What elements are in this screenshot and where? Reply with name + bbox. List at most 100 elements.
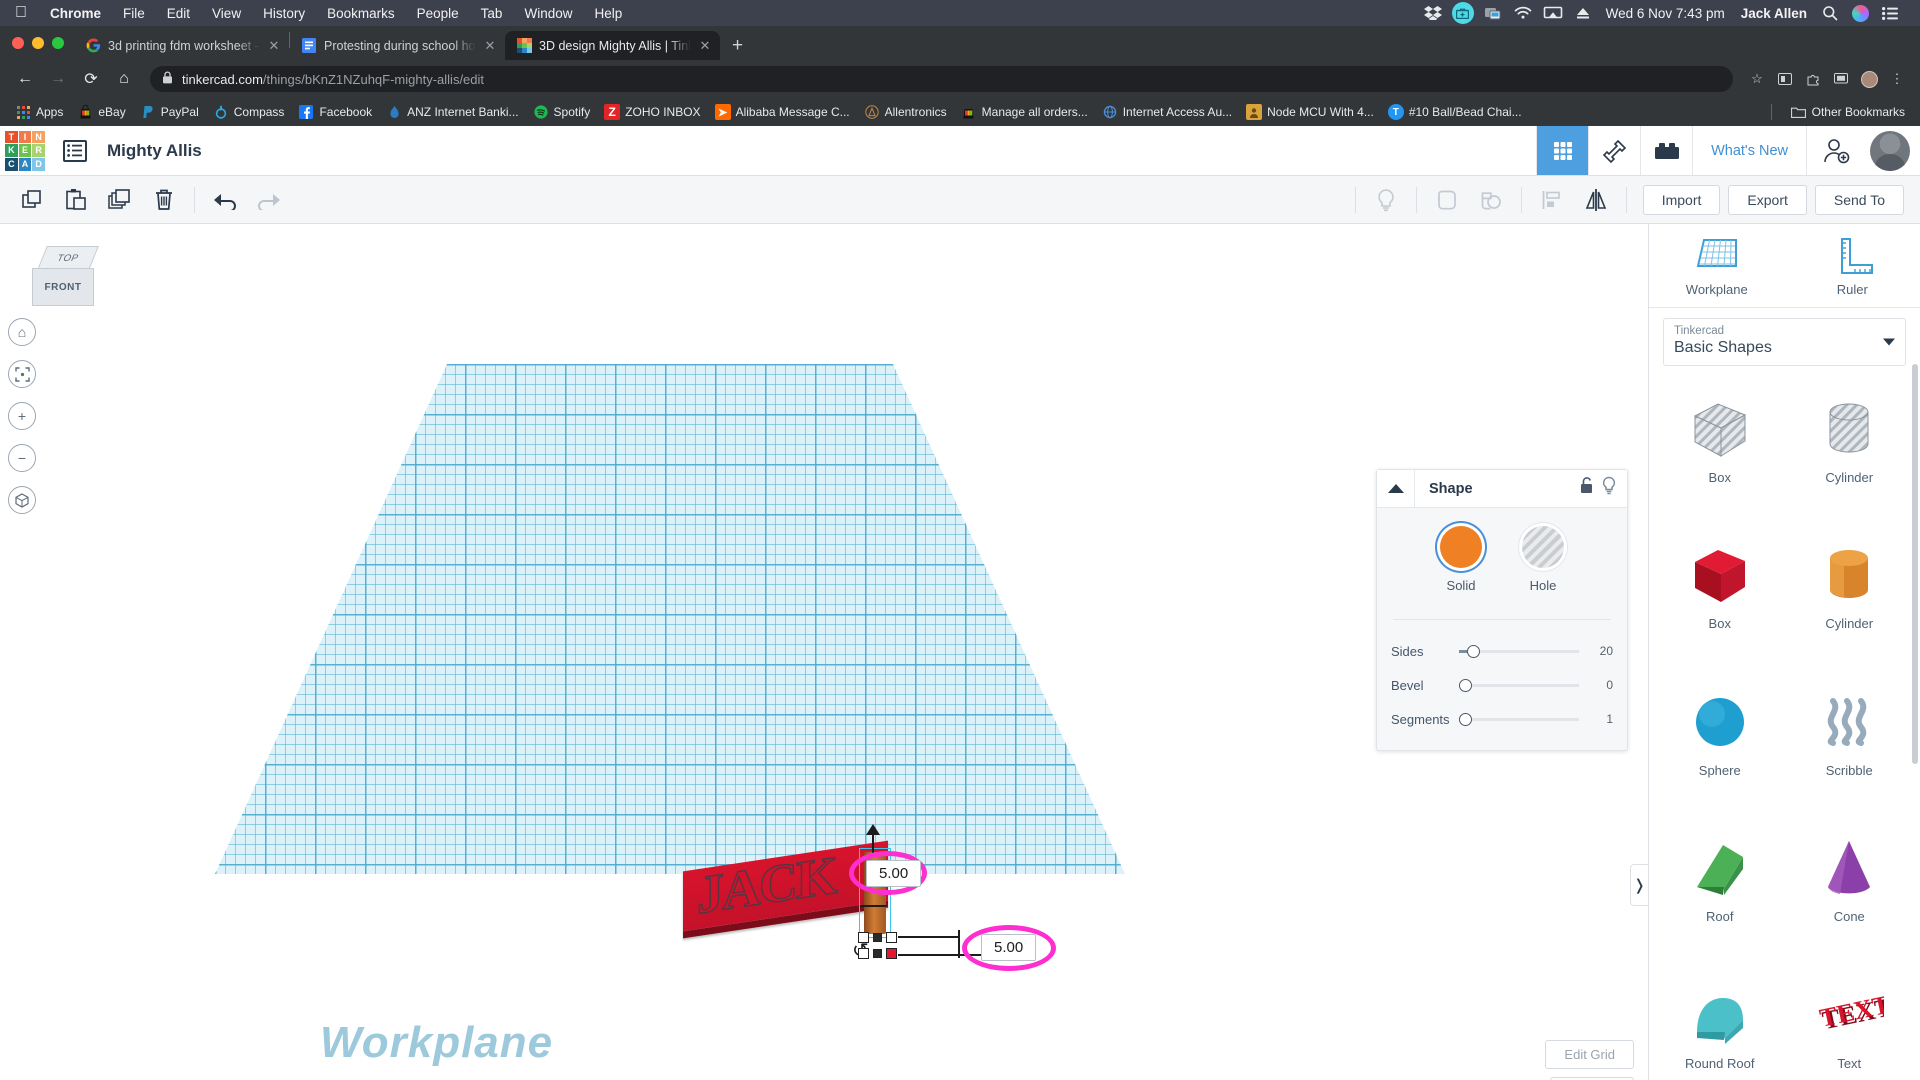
bevel-slider[interactable] — [1459, 678, 1579, 692]
eject-icon[interactable] — [1568, 6, 1598, 20]
send-to-button[interactable]: Send To — [1814, 184, 1904, 215]
resize-handle-corner[interactable] — [886, 932, 897, 943]
add-person-icon[interactable] — [1806, 126, 1864, 175]
bookmark-facebook[interactable]: Facebook — [291, 101, 379, 123]
close-icon[interactable]: ✕ — [698, 38, 712, 54]
height-arrow-icon[interactable] — [866, 824, 880, 835]
resize-handle-mid[interactable] — [873, 949, 882, 958]
bevel-slider-knob[interactable] — [1459, 678, 1472, 692]
paste-icon[interactable] — [54, 180, 98, 220]
grid-view-icon[interactable] — [1536, 126, 1589, 175]
bookmark-spotify[interactable]: Spotify — [526, 101, 598, 123]
export-button[interactable]: Export — [1728, 184, 1807, 215]
bookmark-nodemcu[interactable]: Node MCU With 4... — [1239, 101, 1381, 123]
group-icon[interactable] — [1425, 180, 1469, 220]
ortho-view-icon[interactable] — [8, 486, 36, 514]
extension-icon[interactable] — [1800, 66, 1826, 92]
shape-item-box-solid[interactable]: Box — [1655, 528, 1785, 674]
fit-view-icon[interactable] — [8, 360, 36, 388]
bookmark-allentronics[interactable]: Allentronics — [857, 101, 954, 123]
import-button[interactable]: Import — [1642, 184, 1721, 215]
other-bookmarks-folder[interactable]: Other Bookmarks — [1784, 101, 1912, 123]
media-icon[interactable] — [1772, 66, 1798, 92]
menu-view[interactable]: View — [201, 6, 252, 21]
shape-item-scribble[interactable]: Scribble — [1785, 675, 1915, 821]
medkit-icon[interactable] — [1448, 2, 1478, 24]
menu-history[interactable]: History — [252, 6, 316, 21]
maximize-window-button[interactable] — [52, 37, 64, 49]
hole-swatch[interactable] — [1522, 526, 1564, 568]
resize-handle-corner[interactable] — [858, 948, 869, 959]
undo-icon[interactable] — [203, 180, 247, 220]
tinkercad-logo[interactable]: T I N K E R C A D — [5, 130, 45, 171]
zoom-in-icon[interactable]: + — [8, 402, 36, 430]
depth-dimension-value[interactable]: 5.00 — [981, 934, 1037, 961]
bookmark-ebay[interactable]: eBay — [70, 101, 132, 123]
page-title[interactable]: Mighty Allis — [107, 141, 202, 161]
sidebar-scrollbar[interactable] — [1912, 364, 1918, 764]
browser-menu-icon[interactable]: ⋮ — [1884, 66, 1910, 92]
menu-tab[interactable]: Tab — [470, 6, 514, 21]
control-center-icon[interactable] — [1875, 6, 1905, 20]
segments-slider[interactable] — [1459, 712, 1579, 726]
browser-tab-2[interactable]: Protesting during school hours is ✕ — [290, 31, 505, 60]
bricks-icon[interactable] — [1640, 126, 1692, 175]
shape-item-sphere[interactable]: Sphere — [1655, 675, 1785, 821]
workplane-grid[interactable] — [215, 364, 1125, 874]
view-cube-top-face[interactable]: TOP — [37, 246, 99, 270]
ruler-tool[interactable]: Ruler — [1785, 224, 1920, 307]
unlock-icon[interactable] — [1579, 476, 1595, 501]
whats-new-link[interactable]: What's New — [1692, 126, 1806, 175]
close-icon[interactable]: ✕ — [483, 38, 497, 54]
shape-item-cylinder-solid[interactable]: Cylinder — [1785, 528, 1915, 674]
view-cube-front-face[interactable]: FRONT — [32, 268, 94, 306]
hole-option[interactable]: Hole — [1522, 526, 1564, 593]
duplicate-icon[interactable] — [98, 180, 142, 220]
menu-window[interactable]: Window — [513, 6, 583, 21]
mirror-icon[interactable] — [1574, 180, 1618, 220]
avatar[interactable] — [1870, 130, 1910, 171]
minimize-window-button[interactable] — [32, 37, 44, 49]
menu-chrome[interactable]: Chrome — [39, 6, 112, 21]
align-icon[interactable] — [1530, 180, 1574, 220]
menu-people[interactable]: People — [406, 6, 470, 21]
resize-handle-corner[interactable] — [858, 932, 869, 943]
ungroup-icon[interactable] — [1469, 180, 1513, 220]
browser-tab-3-active[interactable]: 3D design Mighty Allis | Tinkerca ✕ — [505, 31, 720, 60]
lightbulb-icon[interactable] — [1364, 180, 1408, 220]
chevron-down-icon[interactable] — [1883, 338, 1895, 346]
screencast-icon[interactable] — [1828, 66, 1854, 92]
shape-item-round-roof[interactable]: Round Roof — [1655, 968, 1785, 1080]
star-icon[interactable]: ☆ — [1744, 66, 1770, 92]
home-view-icon[interactable]: ⌂ — [8, 318, 36, 346]
dropbox-icon[interactable] — [1418, 6, 1448, 20]
workplane-tool[interactable]: Workplane — [1649, 224, 1785, 307]
sides-slider-knob[interactable] — [1467, 644, 1481, 658]
address-bar[interactable]: tinkercad.com/things/bKnZ1NZuhqF-mighty-… — [150, 66, 1733, 92]
shape-library-select[interactable]: Tinkercad Basic Shapes — [1663, 318, 1906, 366]
profile-icon[interactable] — [1856, 66, 1882, 92]
menu-bar-clock[interactable]: Wed 6 Nov 7:43 pm — [1598, 6, 1733, 21]
search-icon[interactable] — [1815, 5, 1845, 21]
bookmark-internet-access[interactable]: Internet Access Au... — [1095, 101, 1239, 123]
close-icon[interactable]: ✕ — [267, 38, 281, 54]
airplay-icon[interactable] — [1538, 6, 1568, 21]
sides-slider[interactable] — [1459, 644, 1579, 658]
bookmark-compass[interactable]: Compass — [206, 101, 292, 123]
menu-bookmarks[interactable]: Bookmarks — [316, 6, 406, 21]
shape-item-roof[interactable]: Roof — [1655, 821, 1785, 967]
edit-grid-button[interactable]: Edit Grid — [1545, 1040, 1634, 1069]
apple-logo-icon[interactable]:  — [15, 5, 27, 21]
solid-color-swatch[interactable] — [1440, 526, 1482, 568]
reload-icon[interactable]: ⟳ — [76, 64, 106, 94]
lightbulb-icon[interactable] — [1601, 476, 1617, 501]
bookmark-alibaba[interactable]: ➤ Alibaba Message C... — [708, 101, 857, 123]
redo-icon[interactable] — [247, 180, 291, 220]
siri-icon[interactable] — [1845, 4, 1875, 22]
home-icon[interactable]: ⌂ — [109, 64, 139, 94]
collapse-panel-chevron-icon[interactable]: ❭ — [1630, 864, 1648, 906]
menu-bar-user[interactable]: Jack Allen — [1733, 6, 1815, 21]
blocks-codeblocks-icon[interactable] — [1588, 126, 1640, 175]
bookmark-zoho[interactable]: Z ZOHO INBOX — [597, 101, 707, 123]
shape-item-cylinder-hole[interactable]: Cylinder — [1785, 382, 1915, 528]
